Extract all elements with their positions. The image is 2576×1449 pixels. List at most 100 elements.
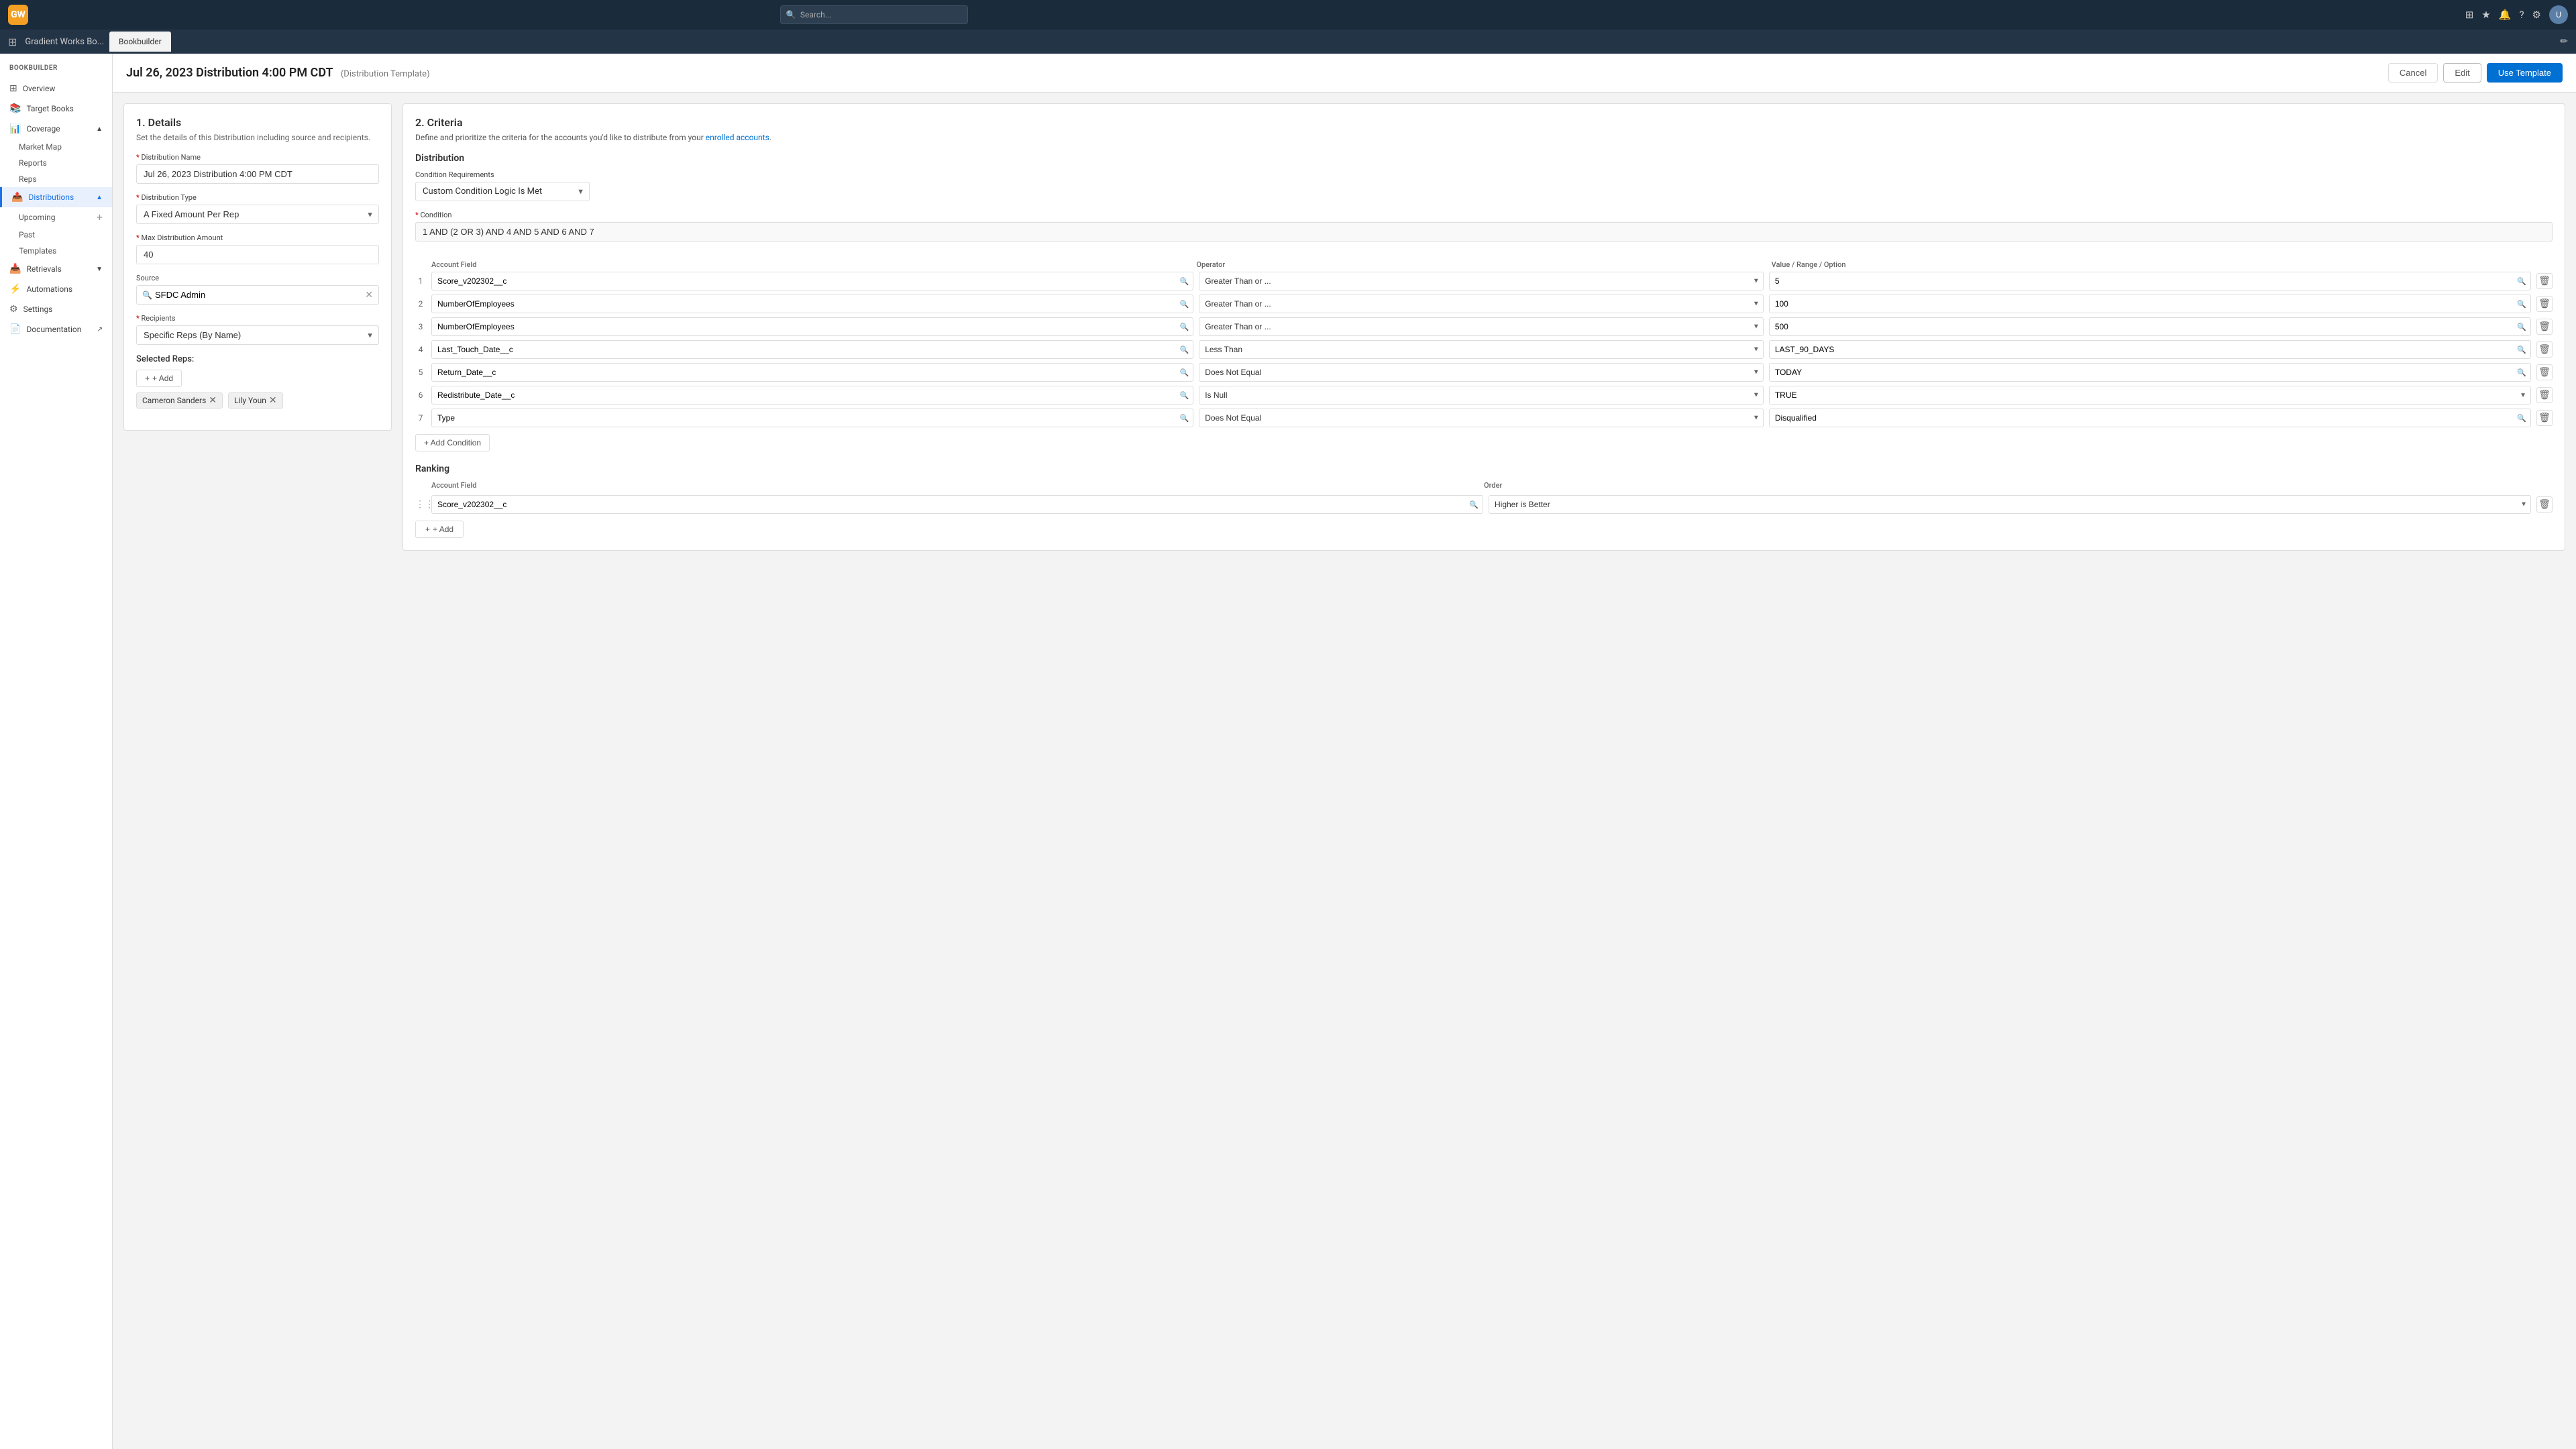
condition-op-6[interactable]: Is Null Greater Than or ... Less Than Do… bbox=[1199, 386, 1764, 405]
sidebar-item-coverage[interactable]: 📊 Coverage ▲ bbox=[0, 119, 112, 139]
bookbuilder-tab[interactable]: Bookbuilder bbox=[109, 32, 171, 52]
sidebar-item-past[interactable]: Past bbox=[19, 227, 112, 243]
sidebar-item-retrievals[interactable]: 📥 Retrievals ▼ bbox=[0, 259, 112, 279]
condition-account-field-4-input[interactable] bbox=[436, 341, 1177, 358]
sidebar-item-overview[interactable]: ⊞ Overview bbox=[0, 78, 112, 99]
condition-field-1-search-icon[interactable]: 🔍 bbox=[1179, 277, 1189, 286]
ranking-col-field: Account Field bbox=[431, 481, 1479, 490]
condition-value-4-input[interactable] bbox=[1774, 341, 2514, 358]
condition-value-1-search-icon[interactable]: 🔍 bbox=[2517, 277, 2526, 286]
sidebar-item-documentation[interactable]: 📄 Documentation ↗ bbox=[0, 319, 112, 339]
sidebar-item-automations[interactable]: ⚡ Automations bbox=[0, 279, 112, 299]
max-amount-input[interactable] bbox=[136, 245, 379, 264]
condition-value-7-input[interactable] bbox=[1774, 409, 2514, 427]
sidebar-item-reports[interactable]: Reports bbox=[19, 155, 112, 171]
upcoming-add-icon[interactable]: + bbox=[97, 211, 103, 223]
sidebar-item-upcoming[interactable]: Upcoming + bbox=[19, 207, 112, 227]
condition-delete-1[interactable]: 🗑 bbox=[2536, 273, 2553, 289]
sidebar-item-settings[interactable]: ⚙ Settings bbox=[0, 299, 112, 319]
condition-field-7-search-icon[interactable]: 🔍 bbox=[1179, 414, 1189, 423]
enrolled-accounts-link[interactable]: enrolled accounts bbox=[706, 133, 769, 142]
add-condition-button[interactable]: + Add Condition bbox=[415, 434, 490, 451]
condition-value-5-search-icon[interactable]: 🔍 bbox=[2517, 368, 2526, 377]
condition-value-5-input[interactable] bbox=[1774, 364, 2514, 381]
sidebar-item-market-map[interactable]: Market Map bbox=[19, 139, 112, 155]
drag-handle-icon[interactable]: ⋮⋮ bbox=[415, 499, 426, 510]
condition-value-2-input[interactable] bbox=[1774, 295, 2514, 313]
condition-op-7[interactable]: Does Not Equal Greater Than or ... Less … bbox=[1199, 409, 1764, 427]
condition-value-2-search-icon[interactable]: 🔍 bbox=[2517, 300, 2526, 309]
ranking-order-1-select[interactable]: Higher is Better Lower is Better bbox=[1489, 495, 2531, 514]
condition-input[interactable] bbox=[415, 222, 2553, 241]
sidebar-item-templates[interactable]: Templates bbox=[19, 243, 112, 259]
col-header-account-field: Account Field bbox=[431, 260, 1191, 269]
target-books-icon: 📚 bbox=[9, 103, 21, 114]
distribution-type-select[interactable]: A Fixed Amount Per Rep bbox=[136, 205, 379, 224]
sidebar-item-distributions[interactable]: 📤 Distributions ▲ bbox=[0, 187, 112, 207]
grid-icon[interactable]: ⊞ bbox=[2465, 9, 2474, 21]
star-icon[interactable]: ★ bbox=[2481, 9, 2490, 21]
condition-account-field-1-input[interactable] bbox=[436, 272, 1177, 290]
condition-field: * Condition bbox=[415, 211, 2553, 251]
app-logo[interactable]: GW bbox=[8, 5, 28, 25]
condition-op-2[interactable]: Greater Than or ... Less Than Does Not E… bbox=[1199, 294, 1764, 313]
condition-delete-3[interactable]: 🗑 bbox=[2536, 319, 2553, 335]
ranking-title: Ranking bbox=[415, 464, 2553, 474]
source-input[interactable] bbox=[152, 286, 365, 304]
condition-value-3-search-icon[interactable]: 🔍 bbox=[2517, 323, 2526, 331]
condition-value-6-select[interactable]: TRUE FALSE bbox=[1774, 386, 2517, 404]
condition-op-3[interactable]: Greater Than or ... Less Than Does Not E… bbox=[1199, 317, 1764, 336]
condition-delete-4[interactable]: 🗑 bbox=[2536, 341, 2553, 358]
condition-value-4-search-icon[interactable]: 🔍 bbox=[2517, 345, 2526, 354]
settings-icon[interactable]: ⚙ bbox=[2532, 9, 2541, 21]
condition-req-dropdown[interactable]: Custom Condition Logic Is Met bbox=[415, 182, 590, 201]
max-amount-label: * Max Distribution Amount bbox=[136, 233, 379, 242]
search-bar[interactable]: 🔍 Search... bbox=[780, 5, 968, 24]
remove-cameron-icon[interactable]: ✕ bbox=[209, 395, 217, 406]
condition-delete-5[interactable]: 🗑 bbox=[2536, 364, 2553, 380]
condition-op-4[interactable]: Less Than Greater Than or ... Does Not E… bbox=[1199, 340, 1764, 359]
condition-value-3-input[interactable] bbox=[1774, 318, 2514, 335]
condition-field-3-search-icon[interactable]: 🔍 bbox=[1179, 323, 1189, 331]
cancel-button[interactable]: Cancel bbox=[2388, 63, 2438, 83]
user-avatar[interactable]: U bbox=[2549, 5, 2568, 24]
condition-account-field-5-input[interactable] bbox=[436, 364, 1177, 381]
condition-account-field-7-input[interactable] bbox=[436, 409, 1177, 427]
help-icon[interactable]: ? bbox=[2519, 9, 2524, 21]
sidebar-item-reps[interactable]: Reps bbox=[19, 171, 112, 187]
bell-icon[interactable]: 🔔 bbox=[2499, 9, 2512, 21]
condition-delete-7[interactable]: 🗑 bbox=[2536, 410, 2553, 426]
ranking-delete-1[interactable]: 🗑 bbox=[2536, 496, 2553, 513]
add-rep-button[interactable]: + + Add bbox=[136, 370, 182, 387]
condition-num-1: 1 bbox=[415, 276, 426, 286]
remove-lily-icon[interactable]: ✕ bbox=[269, 395, 277, 406]
add-ranking-button[interactable]: + + Add bbox=[415, 521, 464, 538]
condition-field-5-search-icon[interactable]: 🔍 bbox=[1179, 368, 1189, 377]
edit-tab-icon[interactable]: ✏ bbox=[2560, 36, 2568, 47]
condition-delete-6[interactable]: 🗑 bbox=[2536, 387, 2553, 403]
condition-field-6-search-icon[interactable]: 🔍 bbox=[1179, 391, 1189, 400]
sidebar-item-target-books[interactable]: 📚 Target Books bbox=[0, 99, 112, 119]
condition-field-2-search-icon[interactable]: 🔍 bbox=[1179, 300, 1189, 309]
condition-account-field-6-input[interactable] bbox=[436, 386, 1177, 404]
condition-account-field-3-input[interactable] bbox=[436, 318, 1177, 335]
recipients-select[interactable]: Specific Reps (By Name) bbox=[136, 325, 379, 345]
use-template-button[interactable]: Use Template bbox=[2487, 63, 2563, 83]
ranking-field-1-input[interactable] bbox=[436, 496, 1466, 513]
add-rep-plus-icon: + bbox=[145, 374, 150, 383]
condition-op-1[interactable]: Greater Than or ... Less Than Does Not E… bbox=[1199, 272, 1764, 290]
add-ranking-plus-icon: + bbox=[425, 525, 430, 534]
distribution-name-input[interactable] bbox=[136, 164, 379, 184]
condition-field-4-search-icon[interactable]: 🔍 bbox=[1179, 345, 1189, 354]
ranking-field-1-search-icon[interactable]: 🔍 bbox=[1469, 500, 1479, 509]
grid-apps-icon[interactable]: ⊞ bbox=[8, 36, 17, 48]
condition-value-7-search-icon[interactable]: 🔍 bbox=[2517, 414, 2526, 423]
condition-delete-2[interactable]: 🗑 bbox=[2536, 296, 2553, 312]
condition-value-1-input[interactable] bbox=[1774, 272, 2514, 290]
source-clear-icon[interactable]: ✕ bbox=[365, 290, 373, 301]
distribution-type-field: * Distribution Type A Fixed Amount Per R… bbox=[136, 193, 379, 224]
distributions-chevron-icon: ▲ bbox=[96, 194, 103, 201]
condition-op-5[interactable]: Does Not Equal Greater Than or ... Less … bbox=[1199, 363, 1764, 382]
condition-account-field-2-input[interactable] bbox=[436, 295, 1177, 313]
edit-button[interactable]: Edit bbox=[2443, 63, 2481, 83]
